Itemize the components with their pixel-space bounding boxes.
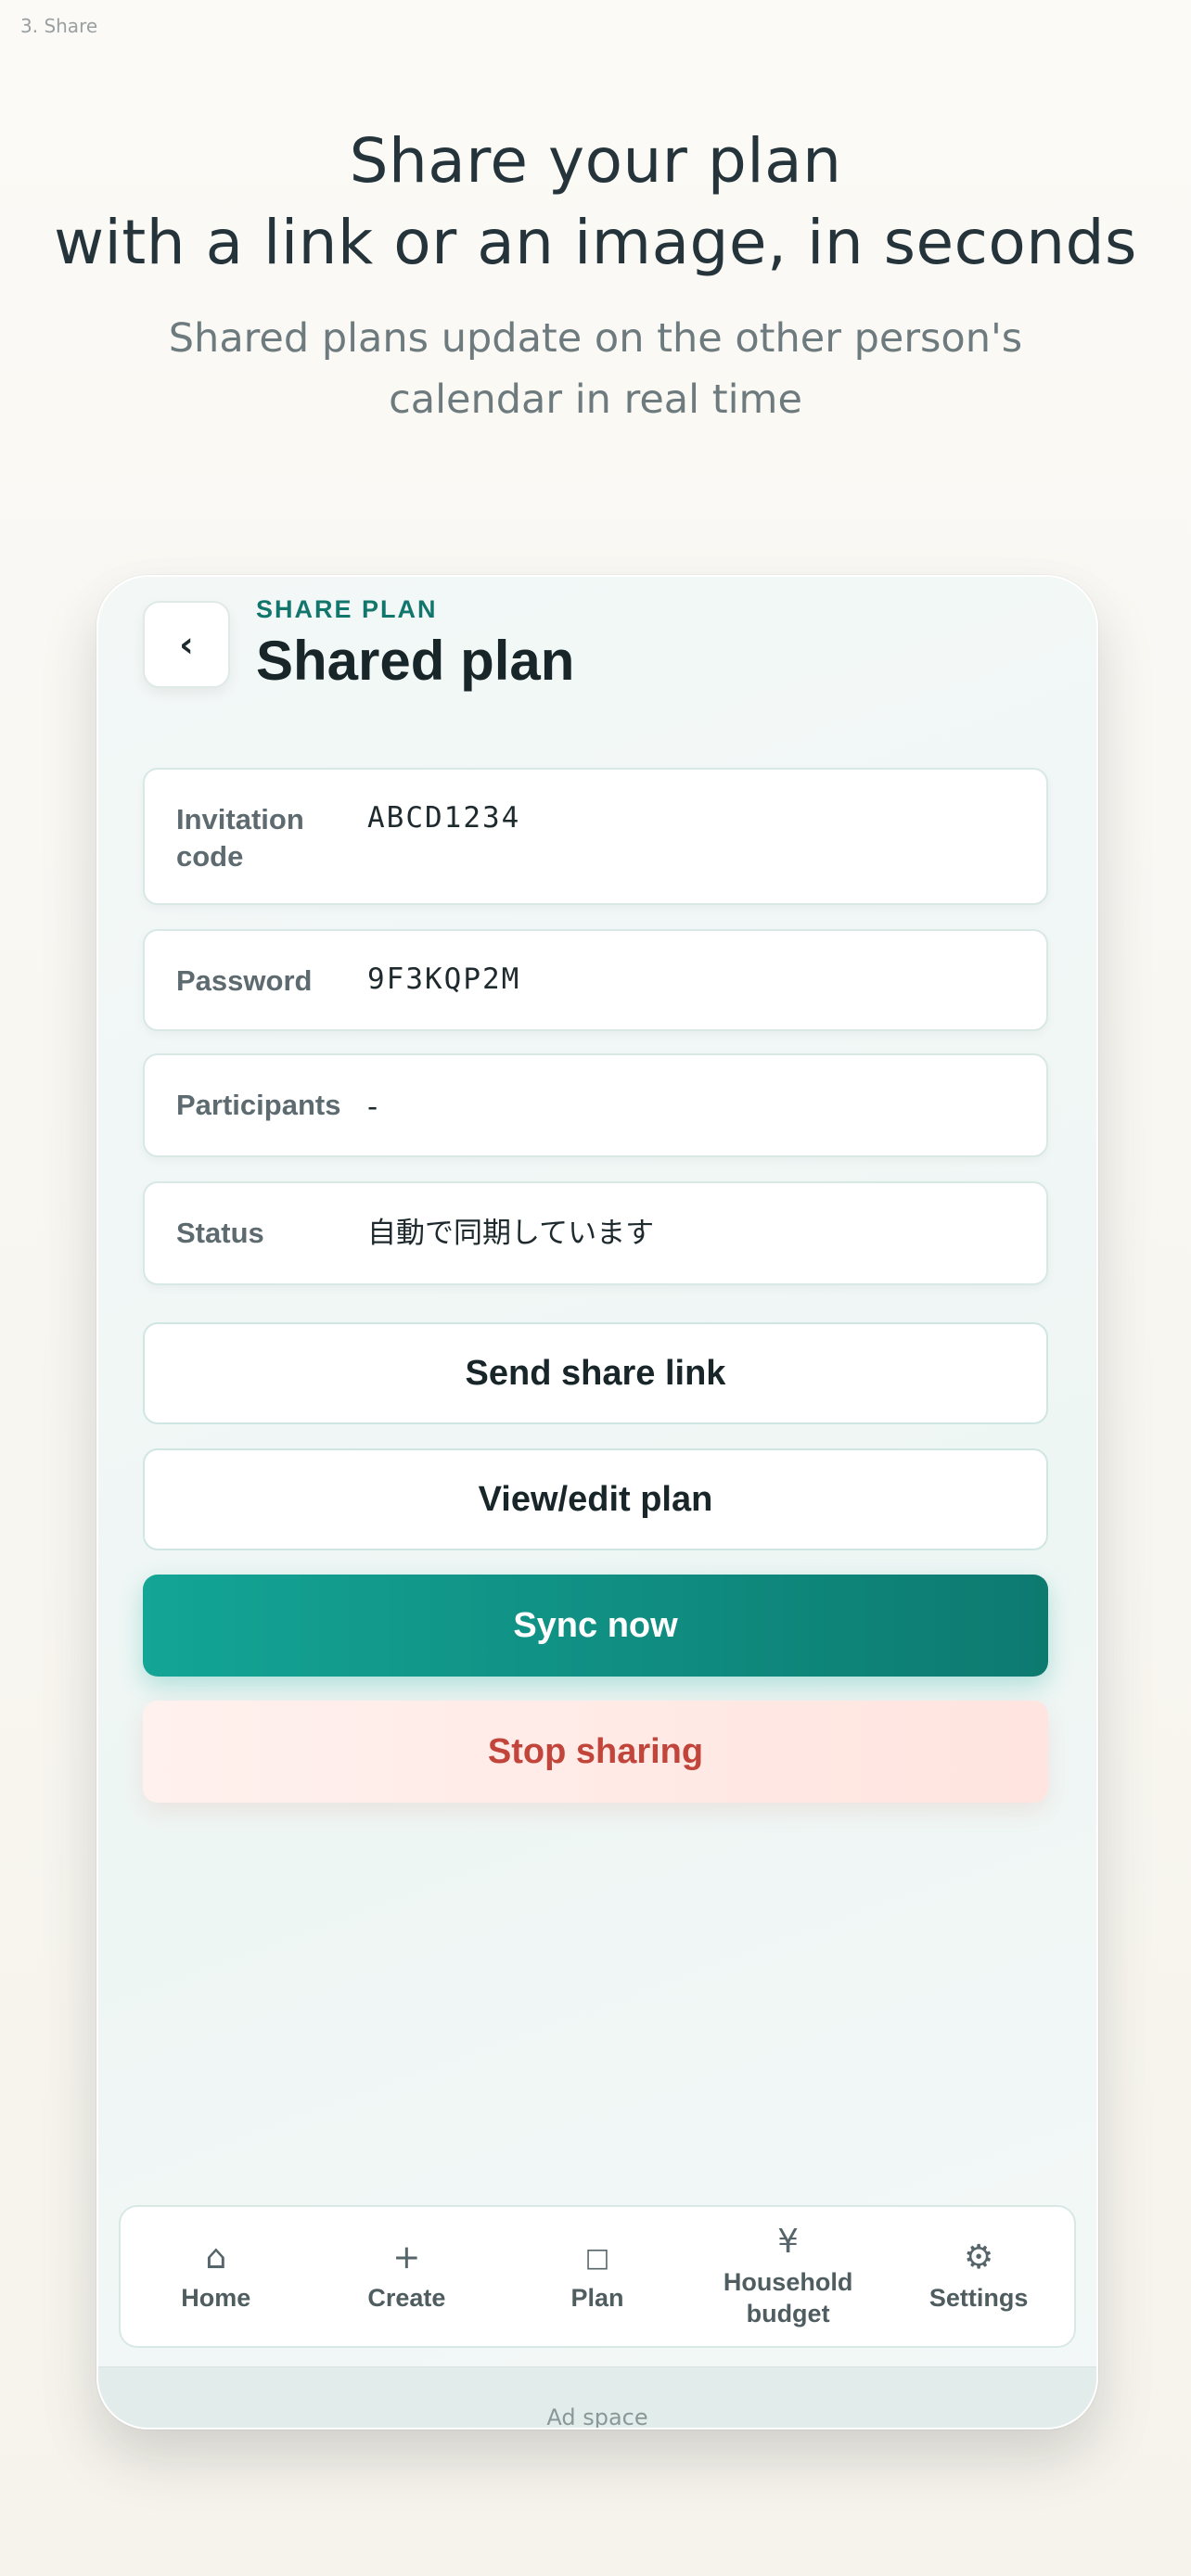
back-button[interactable]: ‹ <box>143 601 230 688</box>
hero-subtitle: Shared plans update on the other person'… <box>168 315 1023 423</box>
stop-sharing-button[interactable]: Stop sharing <box>143 1701 1048 1803</box>
ad-banner: Ad space <box>98 2366 1096 2429</box>
password-row: Password 9F3KQP2M <box>143 929 1048 1031</box>
tab-settings[interactable]: ⚙ Settings <box>883 2207 1074 2346</box>
send-share-link-button[interactable]: Send share link <box>143 1322 1048 1424</box>
password-label: Password <box>176 964 313 997</box>
tab-home[interactable]: ⌂ Home <box>121 2207 312 2346</box>
ad-label: Ad space <box>546 2404 648 2429</box>
tab-label: Create <box>367 2284 446 2312</box>
invitation-code-label: Invitation code <box>176 803 304 873</box>
page-title: Shared plan <box>256 630 575 692</box>
participants-label: Participants <box>176 1089 341 1121</box>
hero-title: Share your plan with a link or an image,… <box>0 121 1191 284</box>
status-row: Status 自動で同期しています <box>143 1181 1048 1285</box>
participants-value: - <box>367 1090 378 1124</box>
tab-household-budget[interactable]: ¥ Household budget <box>693 2207 884 2346</box>
square-icon: □ <box>584 2242 610 2273</box>
participants-row: Participants - <box>143 1053 1048 1157</box>
status-label: Status <box>176 1217 264 1249</box>
plus-icon: + <box>392 2238 421 2276</box>
invitation-code-row: Invitation code ABCD1234 <box>143 768 1048 905</box>
section-eyebrow: SHARE PLAN <box>256 595 438 623</box>
bottom-tab-bar: ⌂ Home + Create □ Plan ¥ Household budge… <box>119 2205 1076 2348</box>
phone-screen: ‹ SHARE PLAN Shared plan Invitation code… <box>96 575 1098 2429</box>
tab-label: Home <box>181 2284 251 2312</box>
home-icon: ⌂ <box>205 2238 227 2276</box>
status-value: 自動で同期しています <box>367 1217 655 1250</box>
sync-now-button[interactable]: Sync now <box>143 1575 1048 1677</box>
gear-icon: ⚙ <box>964 2238 994 2276</box>
tab-create[interactable]: + Create <box>312 2207 503 2346</box>
hero-title-line-1: Share your plan <box>349 125 842 197</box>
hero-title-line-2: with a link or an image, in seconds <box>54 207 1137 278</box>
chevron-left-icon: ‹ <box>179 624 194 665</box>
step-label: 3. Share <box>20 15 98 37</box>
invitation-code-value: ABCD1234 <box>367 801 521 835</box>
view-edit-plan-button[interactable]: View/edit plan <box>143 1448 1048 1550</box>
tab-label: Settings <box>928 2284 1029 2312</box>
yen-icon: ¥ <box>777 2223 800 2261</box>
tab-plan[interactable]: □ Plan <box>502 2207 693 2346</box>
tab-label: Household budget <box>723 2268 853 2327</box>
tab-label: Plan <box>570 2284 624 2312</box>
password-value: 9F3KQP2M <box>367 963 521 996</box>
